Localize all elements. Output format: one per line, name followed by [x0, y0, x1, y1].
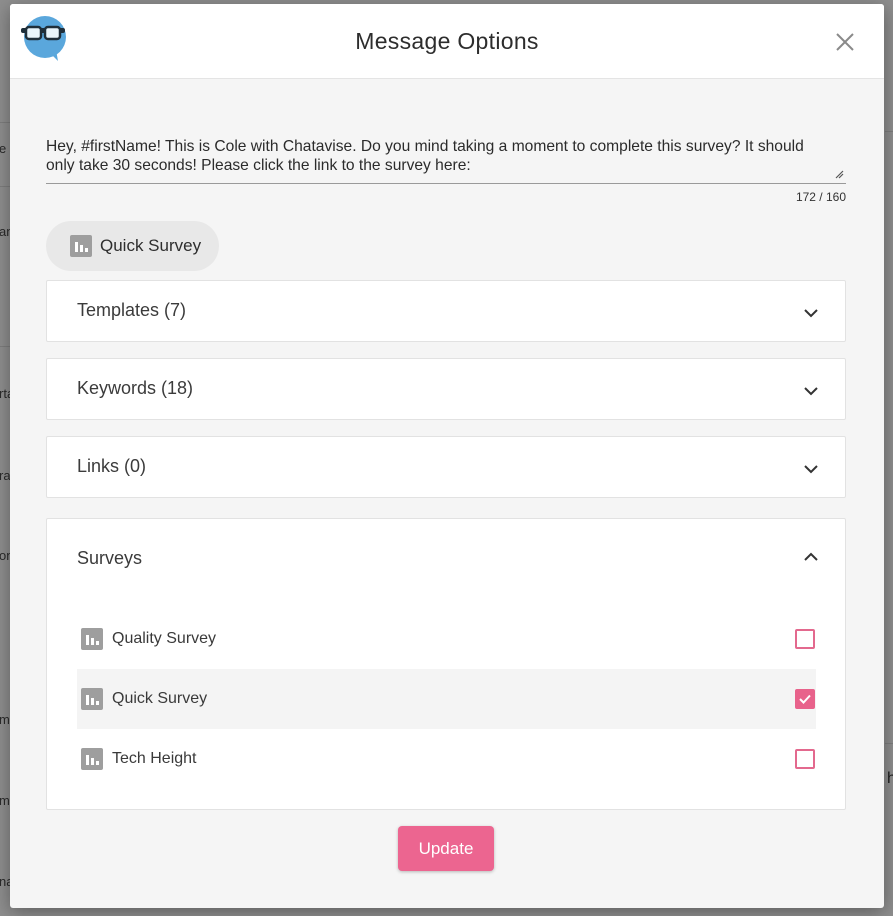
- keywords-panel-header[interactable]: Keywords (18): [47, 359, 845, 419]
- links-panel: Links (0): [46, 436, 846, 498]
- keywords-panel: Keywords (18): [46, 358, 846, 420]
- background-divider: [885, 743, 893, 744]
- update-button[interactable]: Update: [398, 826, 494, 871]
- survey-item-label: Tech Height: [112, 750, 197, 767]
- character-count: 172 / 160: [795, 190, 846, 204]
- survey-item-label: Quick Survey: [112, 690, 208, 707]
- bar-chart-icon: [70, 235, 92, 257]
- templates-panel: Templates (7): [46, 280, 846, 342]
- survey-item[interactable]: Quick Survey: [77, 669, 816, 729]
- links-panel-header[interactable]: Links (0): [47, 437, 845, 497]
- links-panel-title: Links (0): [77, 456, 147, 476]
- modal-title: Message Options: [355, 28, 539, 54]
- check-icon: [799, 694, 811, 704]
- modal-header: Message Options: [10, 4, 884, 79]
- bar-chart-icon: [81, 628, 103, 650]
- keywords-panel-title: Keywords (18): [77, 378, 194, 398]
- chevron-down-icon[interactable]: [803, 461, 819, 477]
- survey-checkbox[interactable]: [795, 749, 815, 769]
- bar-chart-icon: [81, 688, 103, 710]
- bar-chart-icon: [81, 748, 103, 770]
- chip-label: Quick Survey: [100, 236, 202, 255]
- survey-item[interactable]: Tech Height: [77, 729, 816, 789]
- templates-panel-header[interactable]: Templates (7): [47, 281, 845, 341]
- survey-item-label: Quality Survey: [112, 630, 217, 647]
- survey-checkbox[interactable]: [795, 689, 815, 709]
- survey-checkbox[interactable]: [795, 629, 815, 649]
- surveys-panel-title: Surveys: [77, 548, 143, 568]
- message-options-modal: Message Options Hey, #firstName! This is…: [10, 4, 884, 908]
- message-text[interactable]: Hey, #firstName! This is Cole with Chata…: [46, 137, 826, 175]
- surveys-panel-header[interactable]: Surveys: [47, 519, 845, 599]
- attached-survey-chip[interactable]: Quick Survey: [46, 221, 219, 271]
- templates-panel-title: Templates (7): [77, 300, 187, 320]
- surveys-panel: Surveys Quality Survey Quick Survey Tech…: [46, 518, 846, 810]
- chevron-down-icon[interactable]: [803, 383, 819, 399]
- background-text: hi: [887, 770, 893, 787]
- close-icon[interactable]: [833, 30, 857, 54]
- chevron-up-icon[interactable]: [803, 549, 819, 565]
- survey-item[interactable]: Quality Survey: [77, 609, 816, 669]
- chevron-down-icon[interactable]: [803, 305, 819, 321]
- resize-handle-icon[interactable]: [834, 169, 844, 179]
- message-textarea[interactable]: Hey, #firstName! This is Cole with Chata…: [46, 137, 846, 184]
- background-divider: [885, 131, 893, 132]
